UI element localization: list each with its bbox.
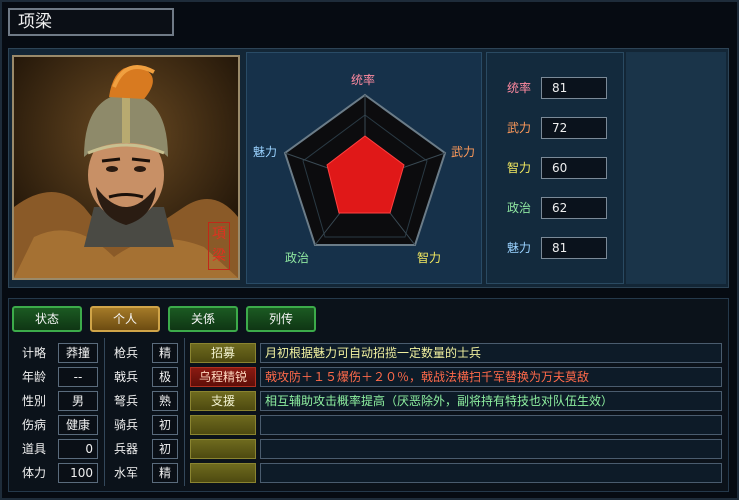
skill-description: 相互辅助攻击概率提高（厌恶除外，副将持有特技也对队伍生效） (260, 391, 722, 411)
troop-value: 初 (152, 439, 178, 459)
stat-label: 魅力 (506, 241, 531, 255)
column-divider (104, 338, 105, 486)
tab-personal[interactable]: 个人 (90, 306, 160, 332)
stat-row-intelligence: 智力 60 (501, 157, 611, 179)
troop-label: 骑兵 (114, 418, 139, 432)
troop-value: 精 (152, 463, 178, 483)
skill-name-empty[interactable] (190, 463, 256, 483)
stats-panel-backdrop (626, 52, 726, 284)
troop-label: 水军 (114, 466, 139, 480)
general-portrait: 項梁 (12, 55, 240, 280)
tab-relations[interactable]: 关係 (168, 306, 238, 332)
troop-label: 兵器 (114, 442, 139, 456)
skill-name[interactable]: 支援 (190, 391, 256, 411)
info-value: 莽撞 (58, 343, 98, 363)
info-label: 道具 (22, 442, 47, 456)
stat-value: 81 (541, 237, 607, 259)
info-label: 性別 (22, 394, 47, 408)
skill-description: 戟攻防＋１５爆伤＋２０％，戟战法横扫千军替换为万夫莫敌 (260, 367, 722, 387)
skill-description: 月初根据魅力可自动招揽一定数量的士兵 (260, 343, 722, 363)
radar-label-bottom-left: 政治 (285, 251, 310, 265)
info-value: 0 (58, 439, 98, 459)
stat-value: 62 (541, 197, 607, 219)
stat-row-leadership: 统率 81 (501, 77, 611, 99)
portrait-seal: 項梁 (208, 222, 230, 270)
skill-name[interactable]: 乌程精锐 (190, 367, 256, 387)
skill-name[interactable]: 招募 (190, 343, 256, 363)
info-label: 年龄 (22, 370, 47, 384)
stat-value: 81 (541, 77, 607, 99)
info-value: 男 (58, 391, 98, 411)
troop-label: 戟兵 (114, 370, 139, 384)
stat-value: 72 (541, 117, 607, 139)
portrait-image (14, 57, 238, 278)
stat-label: 智力 (506, 161, 531, 175)
info-value: 100 (58, 463, 98, 483)
skill-description-empty (260, 463, 722, 483)
stat-row-politics: 政治 62 (501, 197, 611, 219)
stat-label: 武力 (506, 121, 531, 135)
stat-value: 60 (541, 157, 607, 179)
stat-row-war: 武力 72 (501, 117, 611, 139)
radar-label-bottom-right: 智力 (417, 251, 442, 265)
general-name-title: 项梁 (8, 8, 174, 36)
stat-label: 统率 (506, 81, 531, 95)
radar-svg (283, 93, 447, 246)
info-label: 伤病 (22, 418, 47, 432)
stats-radar-chart: 统率 武力 智力 政治 魅力 (246, 52, 482, 284)
info-value: 健康 (58, 415, 98, 435)
info-label: 计略 (22, 346, 47, 360)
skill-description-empty (260, 415, 722, 435)
skill-name-empty[interactable] (190, 439, 256, 459)
troop-label: 枪兵 (114, 346, 139, 360)
skill-description-empty (260, 439, 722, 459)
column-divider (184, 338, 185, 486)
skill-name-empty[interactable] (190, 415, 256, 435)
radar-label-right: 武力 (451, 145, 476, 159)
tab-status[interactable]: 状态 (12, 306, 82, 332)
tab-biography[interactable]: 列传 (246, 306, 316, 332)
troop-value: 精 (152, 343, 178, 363)
troop-value: 熟 (152, 391, 178, 411)
troop-label: 弩兵 (114, 394, 139, 408)
radar-label-top: 统率 (351, 73, 376, 87)
troop-value: 极 (152, 367, 178, 387)
info-label: 体力 (22, 466, 47, 480)
stat-row-charisma: 魅力 81 (501, 237, 611, 259)
radar-label-left: 魅力 (253, 145, 278, 159)
stat-label: 政治 (506, 201, 531, 215)
troop-value: 初 (152, 415, 178, 435)
stats-panel: 统率 81 武力 72 智力 60 政治 62 魅力 81 (486, 52, 624, 284)
info-value: -- (58, 367, 98, 387)
